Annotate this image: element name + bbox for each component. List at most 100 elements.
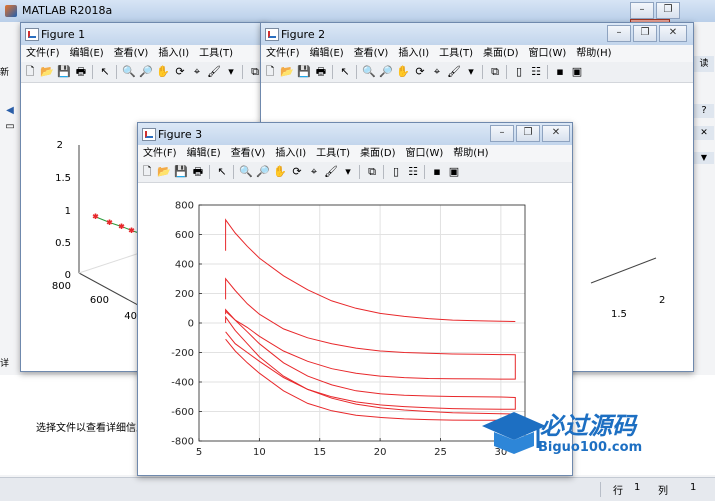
figure-2-window-controls: – ❐ ✕ (605, 25, 687, 43)
menu-help[interactable]: 帮助(H) (571, 45, 616, 62)
minimize-icon[interactable]: – (607, 25, 631, 42)
figure-2-title-bar[interactable]: Figure 2 – ❐ ✕ (261, 23, 693, 45)
link-plot-icon[interactable]: ⧉ (488, 65, 502, 79)
data-cursor-icon[interactable]: ⌖ (190, 65, 204, 79)
rotate-icon[interactable]: ⟳ (290, 165, 304, 179)
menu-tools[interactable]: 工具(T) (311, 145, 355, 162)
restore-icon[interactable]: ❐ (633, 25, 657, 42)
figure-3-title: Figure 3 (158, 128, 203, 141)
menu-help[interactable]: 帮助(H) (448, 145, 493, 162)
watermark-url: Biguo100.com (538, 440, 643, 455)
pointer-icon[interactable]: ↖ (98, 65, 112, 79)
rotate-icon[interactable]: ⟳ (413, 65, 427, 79)
y-tick-label: -200 (171, 348, 194, 359)
figure-2-title: Figure 2 (281, 28, 326, 41)
menu-tools[interactable]: 工具(T) (434, 45, 478, 62)
dropdown-arrow-icon[interactable]: ▾ (224, 65, 238, 79)
expand-panel-icon[interactable]: ▼ (694, 152, 714, 164)
print-icon[interactable]: 🖶 (314, 65, 328, 79)
brush-icon[interactable]: 🖌 (207, 65, 221, 79)
x-tick-label: 25 (434, 447, 447, 458)
help-icon[interactable]: ? (694, 104, 714, 118)
menu-window[interactable]: 窗口(W) (401, 145, 449, 162)
new-figure-icon[interactable]: 🗋 (23, 65, 37, 79)
menu-insert[interactable]: 插入(I) (153, 45, 194, 62)
close-panel-icon[interactable]: ✕ (694, 126, 714, 140)
dropdown-arrow-icon[interactable]: ▾ (464, 65, 478, 79)
menu-view[interactable]: 查看(V) (349, 45, 394, 62)
close-icon[interactable]: ✕ (542, 125, 570, 142)
pointer-icon[interactable]: ↖ (215, 165, 229, 179)
show-tools-icon[interactable]: ▣ (570, 65, 584, 79)
minimize-icon[interactable]: – (630, 2, 654, 19)
row-value: 1 (634, 482, 641, 493)
menu-edit[interactable]: 编辑(E) (65, 45, 109, 62)
figure-1-toolbar: 🗋 📂 💾 🖶 ↖ 🔍 🔎 ✋ ⟳ ⌖ 🖌 ▾ ⧉ (21, 62, 267, 83)
figure-2-menu-bar: 文件(F) 编辑(E) 查看(V) 插入(I) 工具(T) 桌面(D) 窗口(W) 帮助(H) (261, 45, 693, 62)
brush-icon[interactable]: 🖌 (324, 165, 338, 179)
y-axis-ticks: 800 600 400 200 0 -200 -400 -600 -800 (171, 201, 202, 448)
menu-view[interactable]: 查看(V) (109, 45, 154, 62)
menu-view[interactable]: 查看(V) (226, 145, 271, 162)
menu-tools[interactable]: 工具(T) (194, 45, 238, 62)
z-tick: 1.5 (55, 173, 71, 184)
figure-2-toolbar: 🗋 📂 💾 🖶 ↖ 🔍 🔎 ✋ ⟳ ⌖ 🖌 ▾ ⧉ ▯ ☷ ▪ ▣ (261, 62, 693, 83)
link-plot-icon[interactable]: ⧉ (365, 165, 379, 179)
zoom-in-icon[interactable]: 🔍 (362, 65, 376, 79)
pan-icon[interactable]: ✋ (273, 165, 287, 179)
close-icon[interactable]: ✕ (659, 25, 687, 42)
legend-icon[interactable]: ☷ (529, 65, 543, 79)
menu-file[interactable]: 文件(F) (138, 145, 182, 162)
menu-edit[interactable]: 编辑(E) (305, 45, 349, 62)
pointer-icon[interactable]: ↖ (338, 65, 352, 79)
menu-desktop[interactable]: 桌面(D) (355, 145, 401, 162)
data-series-4 (225, 315, 516, 421)
pan-icon[interactable]: ✋ (396, 65, 410, 79)
open-file-icon[interactable]: 📂 (157, 165, 171, 179)
nav-back-icon[interactable]: ◀ (0, 104, 20, 118)
new-figure-icon[interactable]: 🗋 (263, 65, 277, 79)
brush-icon[interactable]: 🖌 (447, 65, 461, 79)
new-figure-icon[interactable]: 🗋 (140, 165, 154, 179)
zoom-out-icon[interactable]: 🔎 (379, 65, 393, 79)
open-file-icon[interactable]: 📂 (280, 65, 294, 79)
restore-icon[interactable]: ❐ (656, 2, 680, 19)
hide-tools-icon[interactable]: ▪ (553, 65, 567, 79)
print-icon[interactable]: 🖶 (191, 165, 205, 179)
save-icon[interactable]: 💾 (57, 65, 71, 79)
menu-edit[interactable]: 编辑(E) (182, 145, 226, 162)
legend-icon[interactable]: ☷ (406, 165, 420, 179)
matlab-logo-icon (5, 5, 17, 17)
menu-window[interactable]: 窗口(W) (524, 45, 572, 62)
menu-insert[interactable]: 插入(I) (393, 45, 434, 62)
zoom-in-icon[interactable]: 🔍 (239, 165, 253, 179)
data-cursor-icon[interactable]: ⌖ (430, 65, 444, 79)
data-cursor-icon[interactable]: ⌖ (307, 165, 321, 179)
x-tick-label: 20 (374, 447, 387, 458)
rotate-icon[interactable]: ⟳ (173, 65, 187, 79)
zoom-out-icon[interactable]: 🔎 (256, 165, 270, 179)
pan-icon[interactable]: ✋ (156, 65, 170, 79)
zoom-in-icon[interactable]: 🔍 (122, 65, 136, 79)
matlab-title-bar[interactable]: MATLAB R2018a –❐✕ (0, 0, 715, 36)
menu-insert[interactable]: 插入(I) (270, 145, 311, 162)
colorbar-icon[interactable]: ▯ (389, 165, 403, 179)
figure-1-title-bar[interactable]: Figure 1 (21, 23, 267, 45)
dropdown-arrow-icon[interactable]: ▾ (341, 165, 355, 179)
hide-tools-icon[interactable]: ▪ (430, 165, 444, 179)
minimize-icon[interactable]: – (490, 125, 514, 142)
save-icon[interactable]: 💾 (174, 165, 188, 179)
figure-3-title-bar[interactable]: Figure 3 – ❐ ✕ (138, 123, 572, 145)
restore-icon[interactable]: ❐ (516, 125, 540, 142)
figure-3-window-controls: – ❐ ✕ (488, 125, 570, 143)
open-file-icon[interactable]: 📂 (40, 65, 54, 79)
y-tick-label: 0 (188, 319, 194, 330)
menu-file[interactable]: 文件(F) (21, 45, 65, 62)
zoom-out-icon[interactable]: 🔎 (139, 65, 153, 79)
show-tools-icon[interactable]: ▣ (447, 165, 461, 179)
menu-desktop[interactable]: 桌面(D) (478, 45, 524, 62)
menu-file[interactable]: 文件(F) (261, 45, 305, 62)
print-icon[interactable]: 🖶 (74, 65, 88, 79)
colorbar-icon[interactable]: ▯ (512, 65, 526, 79)
save-icon[interactable]: 💾 (297, 65, 311, 79)
